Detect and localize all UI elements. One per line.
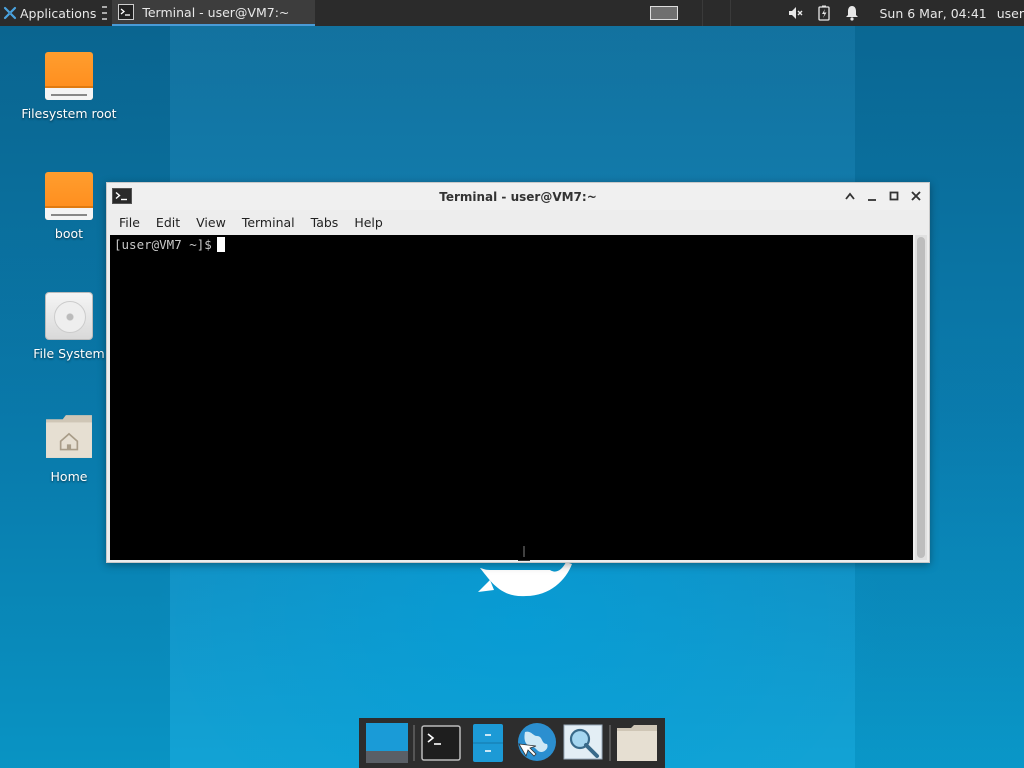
dock-separator — [609, 725, 611, 761]
terminal-scrollbar[interactable] — [915, 235, 927, 560]
menu-file[interactable]: File — [111, 215, 148, 230]
resize-cursor-icon — [518, 546, 530, 561]
chevron-up-icon — [845, 192, 855, 200]
close-button[interactable] — [909, 189, 923, 203]
terminal-menubar: File Edit View Terminal Tabs Help — [107, 210, 929, 234]
menu-help[interactable]: Help — [346, 215, 391, 230]
folder-icon — [617, 725, 658, 761]
text-cursor — [216, 237, 225, 252]
dock-file-manager[interactable] — [467, 721, 510, 765]
terminal-window: Terminal - user@VM7:~ File Edit View Ter… — [106, 182, 930, 563]
menu-tabs[interactable]: Tabs — [303, 215, 347, 230]
desktop: Applications Terminal - user@VM7:~ Sun 6… — [0, 0, 1024, 768]
minimize-button[interactable] — [865, 189, 879, 203]
window-titlebar[interactable]: Terminal - user@VM7:~ — [107, 183, 929, 210]
xfce-logo-icon — [3, 6, 17, 20]
minimize-icon — [868, 199, 876, 201]
desktop-icon-filesystem-root[interactable]: Filesystem root — [14, 52, 124, 121]
scrollbar-thumb[interactable] — [917, 237, 925, 558]
clock[interactable]: Sun 6 Mar, 04:41 — [880, 6, 987, 21]
dock-show-desktop[interactable] — [365, 721, 408, 765]
dock-terminal[interactable] — [420, 721, 463, 765]
dock-separator — [413, 725, 415, 761]
bottom-dock — [359, 718, 665, 768]
panel-separator-icon — [102, 6, 108, 20]
taskbar-terminal-title: Terminal - user@VM7:~ — [142, 4, 290, 20]
window-controls — [843, 189, 923, 203]
home-folder-icon — [46, 415, 92, 458]
shell-prompt: [user@VM7 ~]$ — [114, 237, 212, 252]
menu-edit[interactable]: Edit — [148, 215, 188, 230]
drive-icon — [45, 52, 93, 100]
volume-muted-icon[interactable] — [788, 5, 804, 21]
applications-menu-button[interactable]: Applications — [0, 0, 100, 26]
harddisk-icon — [45, 292, 93, 340]
top-panel: Applications Terminal - user@VM7:~ Sun 6… — [0, 0, 1024, 26]
window-title: Terminal - user@VM7:~ — [439, 189, 597, 204]
menu-view[interactable]: View — [188, 215, 234, 230]
dock-folder[interactable] — [616, 721, 659, 765]
terminal-output[interactable]: [user@VM7 ~]$ — [110, 235, 913, 560]
shade-button[interactable] — [843, 189, 857, 203]
terminal-icon — [118, 4, 135, 20]
terminal-icon — [421, 725, 462, 761]
maximize-icon — [889, 191, 899, 201]
workspace-1-button[interactable] — [649, 6, 678, 20]
desktop-icon-label: Filesystem root — [21, 106, 117, 121]
workspace-3-button[interactable] — [729, 0, 758, 26]
notification-bell-icon[interactable] — [844, 5, 860, 21]
search-magnifier-icon — [563, 724, 603, 760]
taskbar-terminal-button[interactable]: Terminal - user@VM7:~ — [112, 0, 316, 26]
file-cabinet-icon — [473, 724, 504, 762]
dock-web-browser[interactable] — [514, 721, 557, 765]
dock-app-finder[interactable] — [561, 721, 604, 765]
menu-terminal[interactable]: Terminal — [234, 215, 303, 230]
battery-charging-icon[interactable] — [816, 5, 832, 21]
applications-label: Applications — [20, 5, 97, 21]
show-desktop-icon — [365, 723, 408, 763]
maximize-button[interactable] — [887, 189, 901, 203]
user-menu-button[interactable]: user — [997, 6, 1024, 21]
workspace-2-button[interactable] — [701, 0, 730, 26]
close-icon — [911, 191, 921, 201]
drive-icon — [45, 172, 93, 220]
globe-icon — [517, 723, 556, 761]
